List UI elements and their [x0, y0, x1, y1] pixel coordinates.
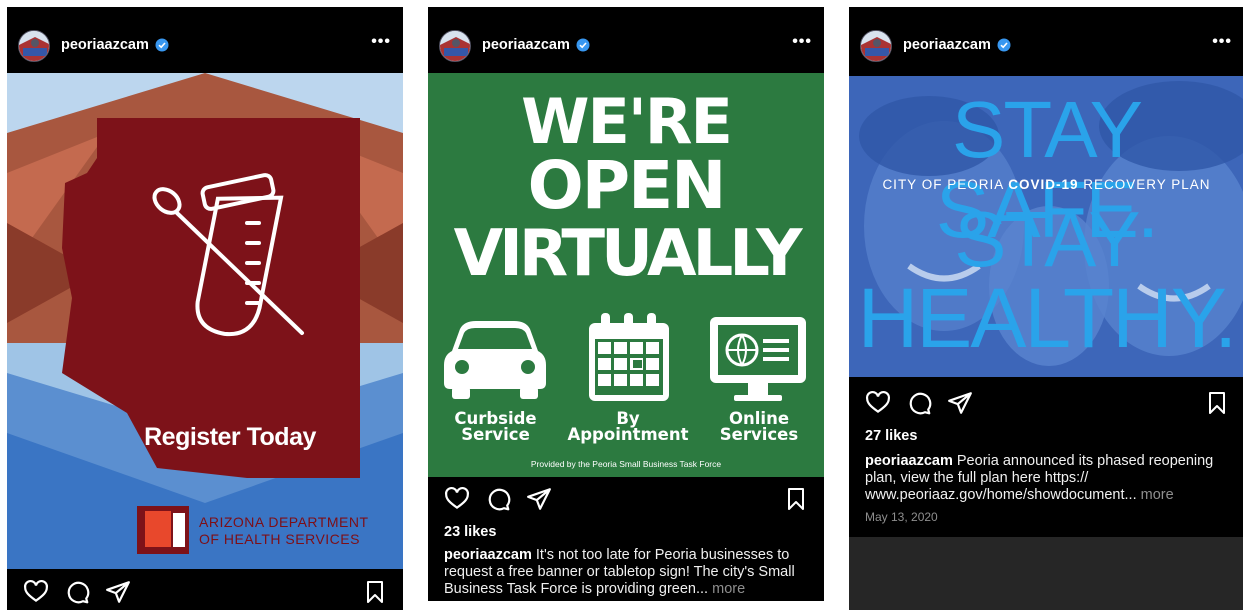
heart-icon[interactable] [23, 579, 49, 605]
post-image[interactable]: STAY SAFE. CITY OF PEORIA COVID-19 RECOV… [849, 76, 1243, 377]
post-date: May 13, 2020 [865, 510, 938, 524]
service-label: Curbside Service [438, 410, 553, 444]
headline-line: WE'RE [521, 85, 733, 158]
logo-line: OF HEALTH SERVICES [199, 531, 360, 547]
avatar[interactable] [860, 30, 892, 62]
service-line: Services [719, 425, 799, 444]
bookmark-icon[interactable] [1205, 390, 1229, 416]
headline-line: VIRTUALLY [453, 217, 803, 291]
share-icon[interactable] [947, 390, 973, 416]
caption-more-link[interactable]: more [708, 581, 745, 597]
headline-line: OPEN [527, 147, 727, 224]
service-line: Appointment [567, 425, 689, 444]
caption-username[interactable]: peoriaazcam [865, 453, 953, 469]
image-subheadline: CITY OF PEORIA COVID-19 RECOVERY PLAN [849, 177, 1243, 192]
heart-icon[interactable] [865, 390, 891, 416]
username[interactable]: peoriaazcam [903, 37, 991, 53]
comment-icon[interactable] [485, 486, 511, 512]
logo-line: ARIZONA DEPARTMENT [199, 514, 369, 530]
bookmark-icon[interactable] [784, 486, 808, 512]
post-header: peoriaazcam ••• [428, 7, 824, 73]
service-label: Online Services [704, 410, 814, 444]
verified-badge-icon [576, 38, 590, 52]
more-options-icon[interactable]: ••• [1212, 33, 1232, 51]
bookmark-icon[interactable] [363, 579, 387, 605]
post-card: peoriaazcam ••• Register Today ARIZONA D… [7, 7, 403, 610]
subline-text: RECOVERY PLAN [1078, 177, 1211, 192]
image-headline: HEALTHY. [857, 271, 1238, 365]
feed-background [849, 537, 1243, 610]
service-label: By Appointment [558, 410, 698, 444]
username[interactable]: peoriaazcam [61, 37, 149, 53]
post-card: peoriaazcam ••• STAY SAFE. CITY OF PEORI… [849, 7, 1243, 537]
post-actions [428, 486, 824, 520]
computer-icon [710, 317, 806, 401]
caption-username[interactable]: peoriaazcam [444, 547, 532, 563]
share-icon[interactable] [105, 579, 131, 605]
like-count[interactable]: 27 likes [865, 428, 917, 444]
subline-text: COVID-19 [1008, 177, 1079, 192]
post-image[interactable]: Register Today ARIZONA DEPARTMENT OF HEA… [7, 73, 403, 569]
more-options-icon[interactable]: ••• [792, 33, 812, 51]
verified-badge-icon [997, 38, 1011, 52]
more-options-icon[interactable]: ••• [371, 33, 391, 51]
post-card: peoriaazcam ••• WE'RE OPEN VIRTUALLY Cur… [428, 7, 824, 601]
post-caption: peoriaazcam It's not too late for Peoria… [444, 547, 814, 598]
post-header: peoriaazcam ••• [849, 7, 1243, 73]
calendar-icon [589, 313, 669, 401]
post-actions [7, 579, 403, 610]
heart-icon[interactable] [444, 486, 470, 512]
avatar[interactable] [439, 30, 471, 62]
comment-icon[interactable] [906, 390, 932, 416]
share-icon[interactable] [526, 486, 552, 512]
post-caption: peoriaazcam Peoria announced its phased … [865, 453, 1235, 504]
caption-more-link[interactable]: more [1137, 487, 1174, 503]
username[interactable]: peoriaazcam [482, 37, 570, 53]
subline-text: CITY OF PEORIA [882, 177, 1009, 192]
verified-badge-icon [155, 38, 169, 52]
image-headline: STAY [954, 195, 1140, 283]
car-icon [444, 321, 546, 399]
comment-icon[interactable] [64, 579, 90, 605]
like-count[interactable]: 23 likes [444, 524, 496, 540]
image-headline: Register Today [144, 423, 316, 451]
avatar[interactable] [18, 30, 50, 62]
post-image[interactable]: WE'RE OPEN VIRTUALLY Curbside Service By… [428, 73, 824, 477]
service-line: Service [461, 425, 530, 444]
logo-text: ARIZONA DEPARTMENT OF HEALTH SERVICES [199, 514, 369, 548]
image-footer: Provided by the Peoria Small Business Ta… [530, 459, 722, 469]
post-header: peoriaazcam ••• [7, 7, 403, 73]
post-actions [849, 390, 1243, 424]
